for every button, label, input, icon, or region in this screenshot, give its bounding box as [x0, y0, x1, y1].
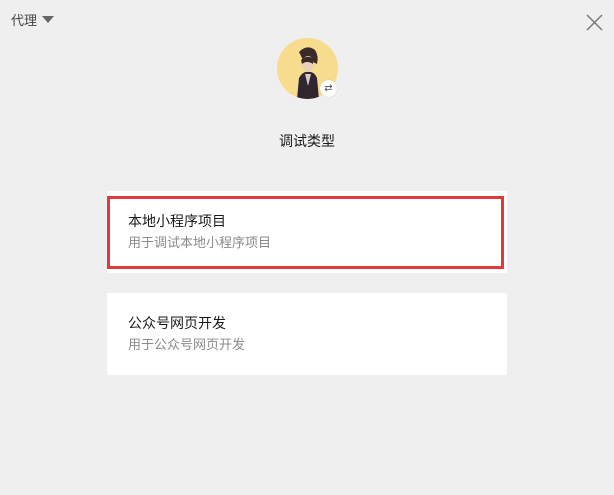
card-description: 用于公众号网页开发 [128, 338, 246, 353]
switch-icon[interactable]: ⇄ [320, 80, 337, 97]
official-account-web-card[interactable]: 公众号网页开发 用于公众号网页开发 [107, 293, 507, 375]
card-description: 用于调试本地小程序项目 [128, 236, 272, 251]
proxy-label: 代理 [11, 14, 38, 29]
local-miniprogram-card[interactable]: 本地小程序项目 用于调试本地小程序项目 [107, 191, 507, 273]
debug-type-title: 调试类型 [279, 134, 335, 150]
proxy-dropdown[interactable]: 代理 [11, 10, 55, 29]
card-title: 公众号网页开发 [128, 316, 226, 332]
user-avatar-area: ⇄ [277, 38, 338, 99]
close-icon[interactable] [586, 14, 603, 31]
caret-down-icon [42, 16, 55, 23]
card-title: 本地小程序项目 [128, 214, 226, 230]
